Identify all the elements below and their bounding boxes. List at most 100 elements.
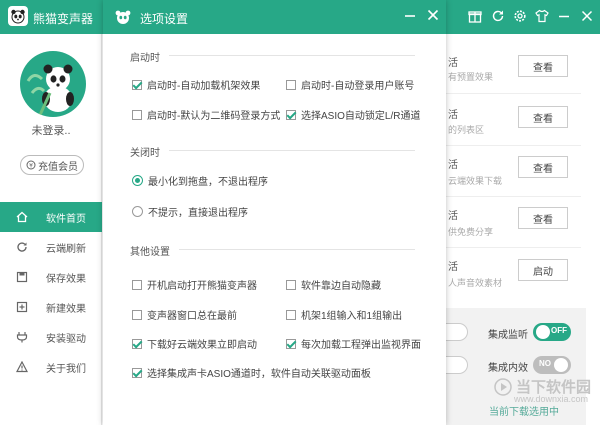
- toggle-switch[interactable]: [446, 323, 468, 341]
- checkbox[interactable]: [132, 367, 142, 378]
- login-status: 未登录..: [31, 125, 71, 137]
- effect-row-desc: 供免费分享: [448, 227, 494, 237]
- effect-row-desc: 有预置效果: [448, 72, 494, 82]
- option-label: 变声器窗口总在最前: [147, 311, 237, 322]
- row-divider: [446, 93, 581, 94]
- option-exit-directly[interactable]: 不提示，直接退出程序: [132, 204, 248, 219]
- monitor-toggle[interactable]: OFF: [533, 323, 571, 341]
- start-button[interactable]: 启动: [518, 259, 568, 281]
- effect-row-desc: 云端效果下载: [448, 176, 503, 186]
- dialog-minimize-icon[interactable]: [401, 8, 419, 26]
- minimize-icon[interactable]: [556, 9, 572, 25]
- effect-row-desc: 人声音效素材: [448, 278, 503, 288]
- checkbox[interactable]: [286, 279, 296, 290]
- svg-text:¥: ¥: [29, 163, 33, 170]
- checkbox[interactable]: [132, 109, 142, 120]
- toggle-knob: [536, 325, 550, 339]
- option-label: 不提示，直接退出程序: [148, 208, 248, 219]
- option-show-monitor-on-load[interactable]: 每次加载工程弹出监视界面: [286, 336, 421, 351]
- section-divider: [169, 55, 415, 56]
- sidebar-item-about[interactable]: 关于我们: [0, 352, 102, 382]
- info-icon: [16, 361, 28, 373]
- settings-icon[interactable]: [512, 9, 528, 25]
- gift-icon[interactable]: [467, 9, 483, 25]
- option-asio-lock-lr[interactable]: 选择ASIO自动锁定L/R通道: [286, 107, 420, 122]
- app-title: 熊猫变声器: [33, 12, 94, 26]
- sidebar-item-label: 关于我们: [46, 363, 86, 375]
- view-button[interactable]: 查看: [518, 106, 568, 128]
- refresh-icon: [16, 241, 28, 253]
- option-auto-login[interactable]: 启动时-自动登录用户账号: [286, 77, 414, 92]
- section-title-startup: 启动时: [130, 53, 160, 64]
- checkbox[interactable]: [132, 309, 142, 320]
- effect-row-desc: 的列表区: [448, 125, 485, 135]
- toggle-switch[interactable]: [446, 356, 468, 374]
- option-auto-load-rack[interactable]: 启动时-自动加载机架效果: [132, 77, 260, 92]
- radio-button[interactable]: [132, 206, 143, 217]
- recharge-button[interactable]: ¥ 充值会员: [20, 155, 84, 175]
- option-label: 选择ASIO自动锁定L/R通道: [301, 111, 421, 122]
- toggle-label-monitor: 集成监听: [488, 330, 528, 341]
- reload-icon[interactable]: [490, 9, 506, 25]
- view-button[interactable]: 查看: [518, 156, 568, 178]
- row-divider: [446, 145, 581, 146]
- shirt-icon[interactable]: [534, 9, 550, 25]
- option-label: 下载好云端效果立即启动: [147, 340, 257, 351]
- checkbox[interactable]: [286, 309, 296, 320]
- sidebar-item-label: 软件首页: [46, 213, 86, 225]
- section-divider: [169, 150, 415, 151]
- toggle-state: NO: [539, 359, 551, 368]
- option-label: 每次加载工程弹出监视界面: [301, 340, 421, 351]
- avatar[interactable]: [20, 51, 86, 117]
- checkbox[interactable]: [132, 279, 142, 290]
- option-edge-auto-hide[interactable]: 软件靠边自动隐藏: [286, 277, 381, 292]
- option-label: 软件靠边自动隐藏: [301, 281, 381, 292]
- toggle-label-internal-effect: 集成内效: [488, 363, 528, 374]
- checkbox[interactable]: [132, 79, 142, 90]
- effect-row-title: 活: [448, 58, 458, 69]
- option-rack-io[interactable]: 机架1组输入和1组输出: [286, 307, 402, 322]
- sidebar: 未登录.. ¥ 充值会员 软件首页 云端刷新 保存效果 新建效果 安装驱动 关于…: [0, 34, 102, 425]
- option-qr-login[interactable]: 启动时-默认为二维码登录方式: [132, 107, 280, 122]
- view-button[interactable]: 查看: [518, 55, 568, 77]
- internal-effect-toggle[interactable]: NO: [533, 356, 571, 374]
- option-auto-start-cloud-effect[interactable]: 下载好云端效果立即启动: [132, 336, 257, 351]
- option-asio-link-driver-panel[interactable]: 选择集成声卡ASIO通道时，软件自动关联驱动面板: [132, 365, 371, 380]
- recharge-label: 充值会员: [38, 161, 78, 173]
- option-always-on-top[interactable]: 变声器窗口总在最前: [132, 307, 237, 322]
- close-icon[interactable]: [579, 9, 595, 25]
- sidebar-item-install-driver[interactable]: 安装驱动: [0, 322, 102, 352]
- checkbox[interactable]: [132, 338, 142, 349]
- sidebar-item-new-effect[interactable]: 新建效果: [0, 292, 102, 322]
- option-minimize-to-tray[interactable]: 最小化到拖盘，不退出程序: [132, 173, 268, 188]
- dialog-close-icon[interactable]: [424, 8, 442, 26]
- option-label: 启动时-自动加载机架效果: [147, 81, 261, 92]
- sidebar-item-cloud-refresh[interactable]: 云端刷新: [0, 232, 102, 262]
- toggle-knob: [554, 358, 568, 372]
- toggle-state: OFF: [551, 326, 567, 335]
- checkbox[interactable]: [286, 109, 296, 120]
- checkbox[interactable]: [286, 79, 296, 90]
- sidebar-item-home[interactable]: 软件首页: [0, 202, 102, 232]
- options-dialog: 选项设置 启动时 启动时-自动加载机架效果 启动时-自动登录用户账号 启动时-默…: [103, 0, 446, 425]
- sidebar-item-label: 云端刷新: [46, 243, 86, 255]
- option-label: 最小化到拖盘，不退出程序: [148, 177, 268, 188]
- row-divider: [446, 196, 581, 197]
- watermark-logo-icon: [494, 377, 512, 396]
- section-divider: [179, 249, 415, 250]
- dialog-titlebar[interactable]: 选项设置: [103, 0, 446, 34]
- download-link[interactable]: 当前下载选用中: [489, 403, 559, 418]
- section-title-other: 其他设置: [130, 247, 170, 258]
- panda-logo-icon: [113, 8, 133, 26]
- panda-logo-icon: [8, 6, 28, 26]
- option-launch-on-boot[interactable]: 开机启动打开熊猫变声器: [132, 277, 257, 292]
- view-button[interactable]: 查看: [518, 207, 568, 229]
- sidebar-item-save-effect[interactable]: 保存效果: [0, 262, 102, 292]
- effect-row-title: 活: [448, 211, 458, 222]
- sidebar-item-label: 新建效果: [46, 303, 86, 315]
- checkbox[interactable]: [286, 338, 296, 349]
- row-divider: [446, 247, 581, 248]
- radio-button[interactable]: [132, 175, 143, 186]
- plug-icon: [16, 331, 28, 343]
- option-label: 开机启动打开熊猫变声器: [147, 281, 257, 292]
